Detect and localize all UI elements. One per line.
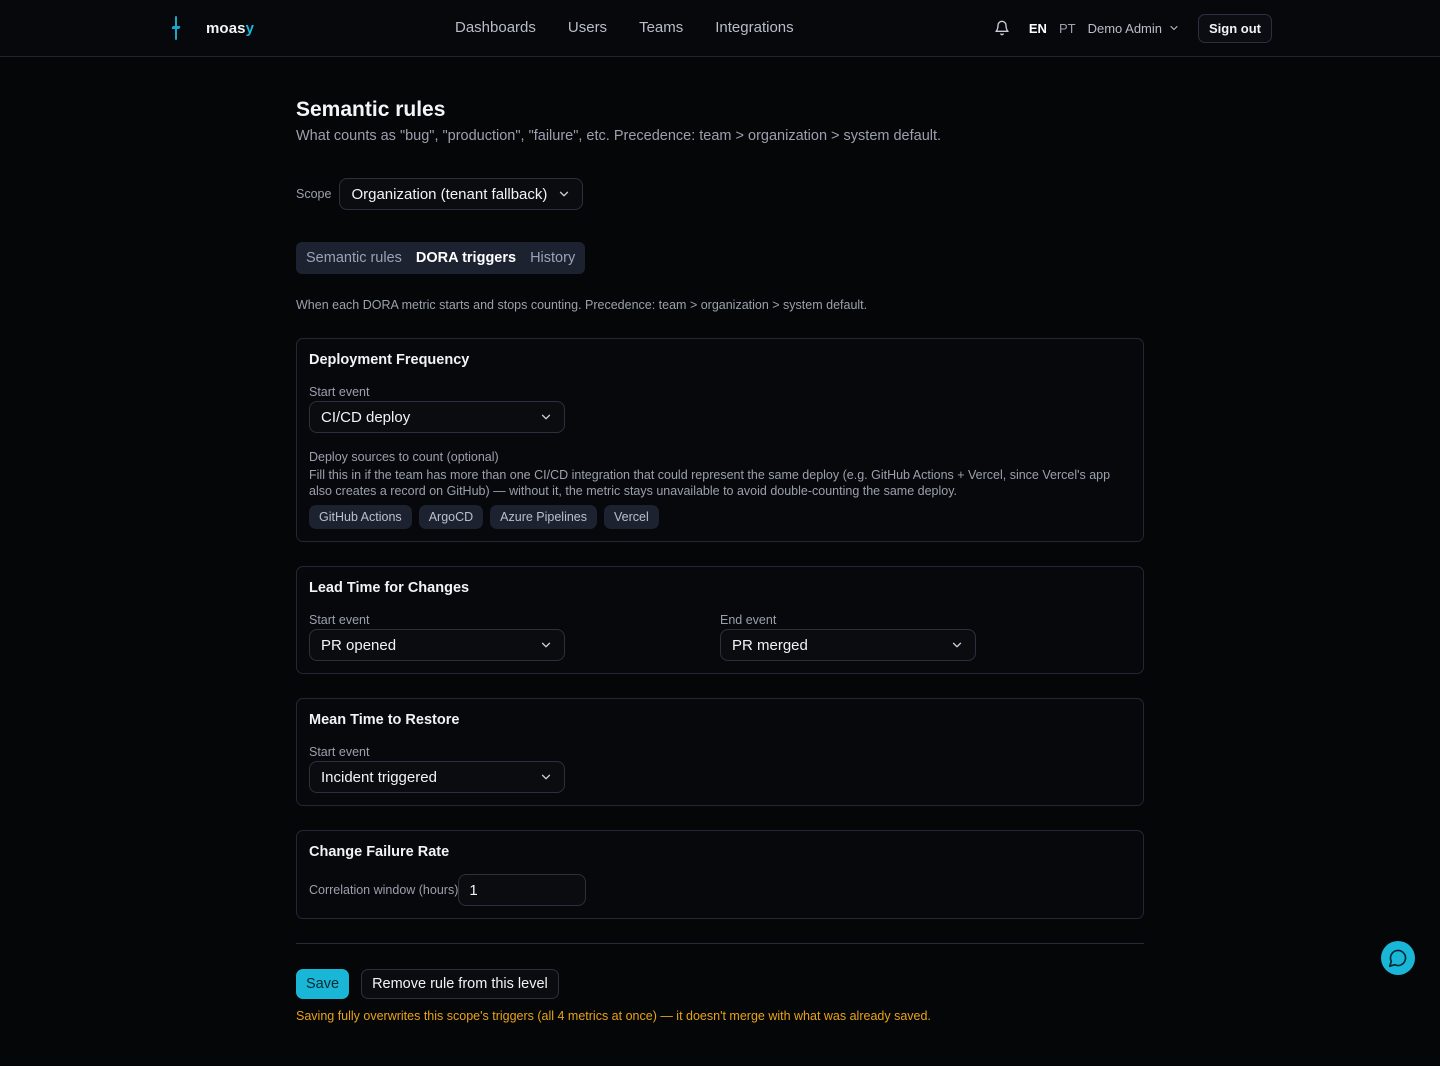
sign-out-button[interactable]: Sign out [1198, 13, 1272, 43]
end-event-label: End event [720, 613, 777, 627]
mttr-card: Mean Time to Restore Start event Inciden… [296, 698, 1144, 806]
logo-text: moasy [206, 19, 255, 37]
logo-mark-icon [170, 16, 182, 40]
chevron-down-icon [1170, 25, 1178, 31]
deploy-sources-label: Deploy sources to count (optional) [309, 450, 499, 464]
select-value: CI/CD deploy [321, 408, 411, 426]
language-pt[interactable]: PT [1059, 21, 1076, 36]
start-event-label: Start event [309, 613, 370, 627]
tab-description: When each DORA metric starts and stops c… [296, 298, 868, 312]
lead-time-card: Lead Time for Changes Start event PR ope… [296, 566, 1144, 674]
header-actions: EN PT Demo Admin Sign out [993, 13, 1272, 43]
deploy-sources-chips: GitHub Actions ArgoCD Azure Pipelines Ve… [309, 505, 1131, 529]
main-content: Semantic rules What counts as "bug", "pr… [296, 98, 1144, 1023]
card-title: Mean Time to Restore [309, 712, 460, 728]
chevron-down-icon [952, 642, 962, 648]
chevron-down-icon [541, 642, 551, 648]
card-title: Deployment Frequency [309, 352, 470, 368]
chevron-down-icon [560, 191, 569, 197]
user-menu[interactable]: Demo Admin [1088, 21, 1180, 36]
top-bar: moasy Dashboards Users Teams Integration… [0, 0, 1440, 57]
correlation-window-label: Correlation window (hours) [309, 883, 459, 897]
page-title: Semantic rules [296, 98, 446, 121]
nav-teams[interactable]: Teams [639, 19, 683, 36]
card-title: Change Failure Rate [309, 844, 450, 860]
chevron-down-icon [541, 414, 551, 420]
nav-integrations[interactable]: Integrations [715, 19, 793, 36]
chip-azure-pipelines[interactable]: Azure Pipelines [490, 505, 598, 529]
deployment-start-event-select[interactable]: CI/CD deploy [309, 401, 565, 433]
user-name: Demo Admin [1087, 20, 1162, 36]
remove-rule-button[interactable]: Remove rule from this level [361, 969, 559, 999]
scope-row: Scope Organization (tenant fallback) [296, 178, 1144, 210]
scope-value: Organization (tenant fallback) [351, 185, 548, 203]
main-nav: Dashboards Users Teams Integrations [455, 19, 794, 36]
lead-time-fields: Start event PR opened End event PR merge… [309, 596, 1131, 661]
nav-dashboards[interactable]: Dashboards [455, 19, 536, 36]
start-event-label: Start event [309, 385, 370, 399]
bell-icon[interactable] [993, 19, 1011, 37]
language-en[interactable]: EN [1029, 21, 1047, 36]
end-event-column: End event PR merged [720, 596, 1131, 661]
chip-github-actions[interactable]: GitHub Actions [309, 505, 412, 529]
start-event-column: Start event PR opened [309, 596, 720, 661]
lead-time-start-event-select[interactable]: PR opened [309, 629, 565, 661]
nav-users[interactable]: Users [568, 19, 607, 36]
form-actions: Save Remove rule from this level [296, 969, 1144, 999]
chevron-down-icon [541, 774, 551, 780]
mttr-start-event-select[interactable]: Incident triggered [309, 761, 565, 793]
deployment-frequency-card: Deployment Frequency Start event CI/CD d… [296, 338, 1144, 542]
scope-select[interactable]: Organization (tenant fallback) [339, 178, 584, 210]
tab-semantic-rules[interactable]: Semantic rules [306, 250, 402, 266]
logo[interactable]: moasy [170, 16, 254, 40]
save-warning: Saving fully overwrites this scope's tri… [296, 1009, 931, 1023]
save-button[interactable]: Save [296, 969, 350, 999]
chip-vercel[interactable]: Vercel [604, 505, 659, 529]
change-failure-rate-card: Change Failure Rate Correlation window (… [296, 830, 1144, 919]
select-value: PR merged [732, 636, 808, 654]
deploy-sources-hint: Fill this in if the team has more than o… [309, 468, 1111, 498]
card-title: Lead Time for Changes [309, 580, 470, 596]
chat-bubble-icon [1388, 949, 1407, 968]
scope-label: Scope [296, 187, 332, 201]
page-subtitle: What counts as "bug", "production", "fai… [296, 128, 942, 144]
start-event-label: Start event [309, 745, 370, 759]
tab-list: Semantic rules DORA triggers History [296, 242, 586, 274]
tab-dora-triggers[interactable]: DORA triggers [416, 250, 516, 266]
lead-time-end-event-select[interactable]: PR merged [720, 629, 976, 661]
correlation-window-input[interactable]: 1 [458, 874, 587, 906]
chat-button[interactable] [1381, 941, 1415, 975]
select-value: PR opened [321, 636, 397, 654]
correlation-window-field: Correlation window (hours) 1 [309, 874, 1131, 906]
tab-history[interactable]: History [530, 250, 575, 266]
divider [296, 943, 1144, 944]
select-value: Incident triggered [321, 768, 437, 786]
chip-argocd[interactable]: ArgoCD [418, 505, 484, 529]
